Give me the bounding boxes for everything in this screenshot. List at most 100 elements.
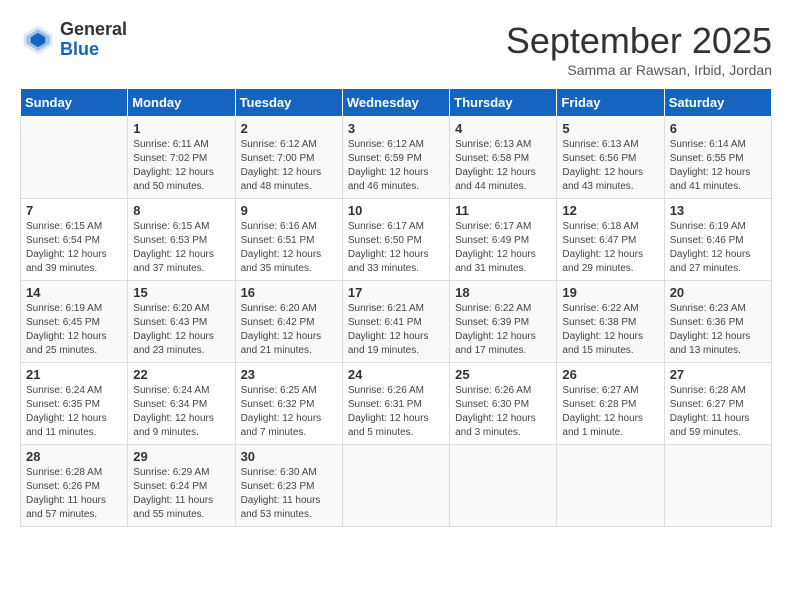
day-number: 27 xyxy=(670,367,766,382)
calendar-body: 1 Sunrise: 6:11 AM Sunset: 7:02 PM Daylig… xyxy=(21,117,772,527)
calendar-cell: 1 Sunrise: 6:11 AM Sunset: 7:02 PM Daylig… xyxy=(128,117,235,199)
week-row-1: 1 Sunrise: 6:11 AM Sunset: 7:02 PM Daylig… xyxy=(21,117,772,199)
day-content: Sunrise: 6:25 AM Sunset: 6:32 PM Dayligh… xyxy=(241,384,337,440)
calendar-cell: 6 Sunrise: 6:14 AM Sunset: 6:55 PM Daylig… xyxy=(664,117,771,199)
calendar-cell: 19 Sunrise: 6:22 AM Sunset: 6:38 PM Dayli… xyxy=(557,281,664,363)
day-number: 4 xyxy=(455,121,551,136)
day-number: 29 xyxy=(133,449,229,464)
calendar-cell: 26Sunrise: 6:27 AM Sunset: 6:28 PM Dayli… xyxy=(557,363,664,445)
day-content: Sunrise: 6:22 AM Sunset: 6:38 PM Dayligh… xyxy=(562,302,658,358)
week-row-2: 7 Sunrise: 6:15 AM Sunset: 6:54 PM Daylig… xyxy=(21,199,772,281)
day-number: 6 xyxy=(670,121,766,136)
day-number: 25 xyxy=(455,367,551,382)
calendar-cell: 5Sunrise: 6:13 AM Sunset: 6:56 PM Daylig… xyxy=(557,117,664,199)
day-number: 26 xyxy=(562,367,658,382)
day-content: Sunrise: 6:16 AM Sunset: 6:51 PM Dayligh… xyxy=(241,220,337,276)
day-content: Sunrise: 6:26 AM Sunset: 6:31 PM Dayligh… xyxy=(348,384,444,440)
page-header: General Blue September 2025 Samma ar Raw… xyxy=(20,20,772,78)
day-content: Sunrise: 6:15 AM Sunset: 6:54 PM Dayligh… xyxy=(26,220,122,276)
day-number: 14 xyxy=(26,285,122,300)
day-content: Sunrise: 6:26 AM Sunset: 6:30 PM Dayligh… xyxy=(455,384,551,440)
header-monday: Monday xyxy=(128,89,235,117)
calendar-cell: 27 Sunrise: 6:28 AM Sunset: 6:27 PM Dayli… xyxy=(664,363,771,445)
day-content: Sunrise: 6:13 AM Sunset: 6:58 PM Dayligh… xyxy=(455,138,551,194)
logo-blue-text: Blue xyxy=(60,40,127,60)
calendar-cell: 4 Sunrise: 6:13 AM Sunset: 6:58 PM Daylig… xyxy=(450,117,557,199)
day-number: 20 xyxy=(670,285,766,300)
day-number: 8 xyxy=(133,203,229,218)
calendar-cell: 24Sunrise: 6:26 AM Sunset: 6:31 PM Dayli… xyxy=(342,363,449,445)
day-content: Sunrise: 6:21 AM Sunset: 6:41 PM Dayligh… xyxy=(348,302,444,358)
calendar-cell: 20 Sunrise: 6:23 AM Sunset: 6:36 PM Dayli… xyxy=(664,281,771,363)
day-number: 22 xyxy=(133,367,229,382)
day-content: Sunrise: 6:20 AM Sunset: 6:43 PM Dayligh… xyxy=(133,302,229,358)
day-content: Sunrise: 6:18 AM Sunset: 6:47 PM Dayligh… xyxy=(562,220,658,276)
day-number: 28 xyxy=(26,449,122,464)
header-wednesday: Wednesday xyxy=(342,89,449,117)
calendar-header-row: SundayMondayTuesdayWednesdayThursdayFrid… xyxy=(21,89,772,117)
header-saturday: Saturday xyxy=(664,89,771,117)
day-content: Sunrise: 6:22 AM Sunset: 6:39 PM Dayligh… xyxy=(455,302,551,358)
day-number: 2 xyxy=(241,121,337,136)
day-content: Sunrise: 6:17 AM Sunset: 6:50 PM Dayligh… xyxy=(348,220,444,276)
day-content: Sunrise: 6:14 AM Sunset: 6:55 PM Dayligh… xyxy=(670,138,766,194)
day-number: 3 xyxy=(348,121,444,136)
day-number: 18 xyxy=(455,285,551,300)
month-title: September 2025 xyxy=(506,20,772,62)
day-content: Sunrise: 6:28 AM Sunset: 6:26 PM Dayligh… xyxy=(26,466,122,522)
calendar-cell: 17 Sunrise: 6:21 AM Sunset: 6:41 PM Dayli… xyxy=(342,281,449,363)
day-content: Sunrise: 6:15 AM Sunset: 6:53 PM Dayligh… xyxy=(133,220,229,276)
day-number: 13 xyxy=(670,203,766,218)
calendar-cell: 30 Sunrise: 6:30 AM Sunset: 6:23 PM Dayli… xyxy=(235,445,342,527)
calendar-table: SundayMondayTuesdayWednesdayThursdayFrid… xyxy=(20,88,772,527)
calendar-cell: 13 Sunrise: 6:19 AM Sunset: 6:46 PM Dayli… xyxy=(664,199,771,281)
calendar-cell: 29 Sunrise: 6:29 AM Sunset: 6:24 PM Dayli… xyxy=(128,445,235,527)
calendar-cell: 23 Sunrise: 6:25 AM Sunset: 6:32 PM Dayli… xyxy=(235,363,342,445)
day-content: Sunrise: 6:29 AM Sunset: 6:24 PM Dayligh… xyxy=(133,466,229,522)
header-sunday: Sunday xyxy=(21,89,128,117)
calendar-cell: 10 Sunrise: 6:17 AM Sunset: 6:50 PM Dayli… xyxy=(342,199,449,281)
day-content: Sunrise: 6:30 AM Sunset: 6:23 PM Dayligh… xyxy=(241,466,337,522)
day-number: 12 xyxy=(562,203,658,218)
calendar-cell: 28 Sunrise: 6:28 AM Sunset: 6:26 PM Dayli… xyxy=(21,445,128,527)
day-content: Sunrise: 6:11 AM Sunset: 7:02 PM Dayligh… xyxy=(133,138,229,194)
day-content: Sunrise: 6:19 AM Sunset: 6:45 PM Dayligh… xyxy=(26,302,122,358)
week-row-5: 28 Sunrise: 6:28 AM Sunset: 6:26 PM Dayli… xyxy=(21,445,772,527)
day-content: Sunrise: 6:28 AM Sunset: 6:27 PM Dayligh… xyxy=(670,384,766,440)
day-number: 1 xyxy=(133,121,229,136)
day-number: 7 xyxy=(26,203,122,218)
day-number: 11 xyxy=(455,203,551,218)
logo-general-text: General xyxy=(60,20,127,40)
calendar-cell: 22Sunrise: 6:24 AM Sunset: 6:34 PM Dayli… xyxy=(128,363,235,445)
day-number: 17 xyxy=(348,285,444,300)
day-number: 16 xyxy=(241,285,337,300)
location-subtitle: Samma ar Rawsan, Irbid, Jordan xyxy=(506,62,772,78)
day-number: 15 xyxy=(133,285,229,300)
title-block: September 2025 Samma ar Rawsan, Irbid, J… xyxy=(506,20,772,78)
day-number: 10 xyxy=(348,203,444,218)
week-row-4: 21Sunrise: 6:24 AM Sunset: 6:35 PM Dayli… xyxy=(21,363,772,445)
calendar-cell: 21Sunrise: 6:24 AM Sunset: 6:35 PM Dayli… xyxy=(21,363,128,445)
logo: General Blue xyxy=(20,20,127,60)
calendar-cell xyxy=(342,445,449,527)
calendar-cell: 14 Sunrise: 6:19 AM Sunset: 6:45 PM Dayli… xyxy=(21,281,128,363)
calendar-cell xyxy=(450,445,557,527)
calendar-cell: 9Sunrise: 6:16 AM Sunset: 6:51 PM Daylig… xyxy=(235,199,342,281)
calendar-cell: 25 Sunrise: 6:26 AM Sunset: 6:30 PM Dayli… xyxy=(450,363,557,445)
calendar-cell: 2 Sunrise: 6:12 AM Sunset: 7:00 PM Daylig… xyxy=(235,117,342,199)
day-content: Sunrise: 6:20 AM Sunset: 6:42 PM Dayligh… xyxy=(241,302,337,358)
day-content: Sunrise: 6:19 AM Sunset: 6:46 PM Dayligh… xyxy=(670,220,766,276)
week-row-3: 14 Sunrise: 6:19 AM Sunset: 6:45 PM Dayli… xyxy=(21,281,772,363)
day-content: Sunrise: 6:12 AM Sunset: 7:00 PM Dayligh… xyxy=(241,138,337,194)
header-tuesday: Tuesday xyxy=(235,89,342,117)
day-number: 23 xyxy=(241,367,337,382)
day-content: Sunrise: 6:23 AM Sunset: 6:36 PM Dayligh… xyxy=(670,302,766,358)
day-number: 21 xyxy=(26,367,122,382)
day-number: 30 xyxy=(241,449,337,464)
calendar-cell: 15 Sunrise: 6:20 AM Sunset: 6:43 PM Dayli… xyxy=(128,281,235,363)
day-content: Sunrise: 6:13 AM Sunset: 6:56 PM Dayligh… xyxy=(562,138,658,194)
calendar-cell: 8 Sunrise: 6:15 AM Sunset: 6:53 PM Daylig… xyxy=(128,199,235,281)
day-number: 19 xyxy=(562,285,658,300)
calendar-cell: 11Sunrise: 6:17 AM Sunset: 6:49 PM Dayli… xyxy=(450,199,557,281)
calendar-cell: 12 Sunrise: 6:18 AM Sunset: 6:47 PM Dayli… xyxy=(557,199,664,281)
